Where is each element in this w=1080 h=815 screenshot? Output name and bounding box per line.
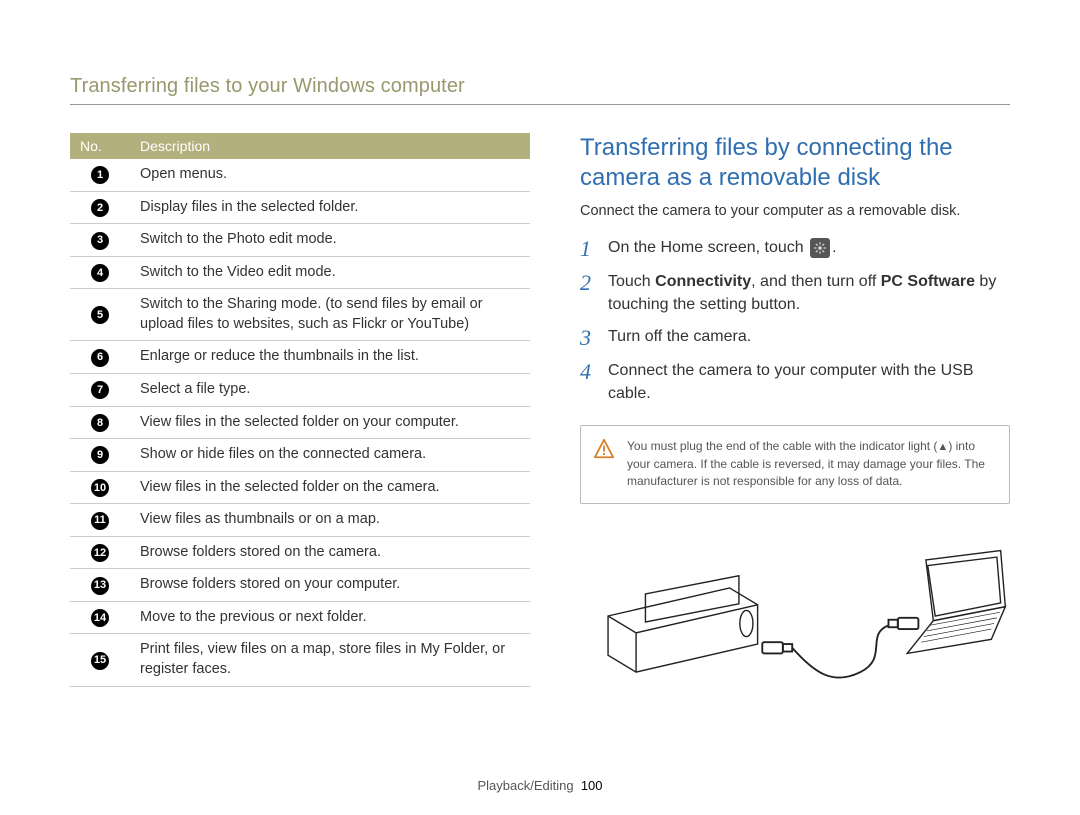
table-row: 9 Show or hide files on the connected cam… [70, 439, 530, 472]
step-2-text-a: Touch [608, 273, 655, 290]
row-number-cell: 10 [70, 471, 130, 504]
step-4: Connect the camera to your computer with… [580, 360, 1010, 405]
step-3: Turn off the camera. [580, 326, 1010, 350]
step-3-text: Turn off the camera. [608, 326, 751, 350]
step-2-text-c: , and then turn off [751, 273, 881, 290]
row-number-cell: 9 [70, 439, 130, 472]
indicator-triangle-icon: ▲ [937, 440, 948, 456]
row-description: Enlarge or reduce the thumbnails in the … [130, 341, 530, 374]
connection-illustration [580, 526, 1010, 706]
warning-text-a: You must plug the end of the cable with … [627, 439, 937, 453]
table-row: 4 Switch to the Video edit mode. [70, 256, 530, 289]
title-rule [70, 104, 1010, 105]
number-badge: 12 [91, 544, 109, 562]
table-row: 2 Display files in the selected folder. [70, 191, 530, 224]
row-number-cell: 2 [70, 191, 130, 224]
row-description: Browse folders stored on the camera. [130, 536, 530, 569]
number-badge: 7 [91, 381, 109, 399]
section-intro: Connect the camera to your computer as a… [580, 203, 1010, 219]
th-no: No. [70, 133, 130, 159]
page-title: Transferring files to your Windows compu… [70, 75, 1010, 98]
table-row: 5 Switch to the Sharing mode. (to send fi… [70, 289, 530, 341]
row-description: Switch to the Video edit mode. [130, 256, 530, 289]
row-description: Print files, view files on a map, store … [130, 634, 530, 686]
number-badge: 2 [91, 199, 109, 217]
row-number-cell: 6 [70, 341, 130, 374]
table-row: 7 Select a file type. [70, 373, 530, 406]
step-1-text-b: . [832, 239, 836, 256]
row-number-cell: 12 [70, 536, 130, 569]
row-description: Select a file type. [130, 373, 530, 406]
row-number-cell: 8 [70, 406, 130, 439]
table-row: 14 Move to the previous or next folder. [70, 601, 530, 634]
page-footer: Playback/Editing 100 [0, 778, 1080, 793]
warning-box: You must plug the end of the cable with … [580, 425, 1010, 504]
table-row: 10 View files in the selected folder on t… [70, 471, 530, 504]
row-description: View files as thumbnails or on a map. [130, 504, 530, 537]
number-badge: 3 [91, 232, 109, 250]
row-description: Display files in the selected folder. [130, 191, 530, 224]
row-number-cell: 11 [70, 504, 130, 537]
row-number-cell: 13 [70, 569, 130, 602]
description-table: No. Description 1 Open menus. 2 Display fil… [70, 133, 530, 687]
table-row: 11 View files as thumbnails or on a map. [70, 504, 530, 537]
settings-icon [810, 238, 830, 258]
table-row: 1 Open menus. [70, 159, 530, 191]
table-row: 13 Browse folders stored on your computer… [70, 569, 530, 602]
number-badge: 4 [91, 264, 109, 282]
row-number-cell: 5 [70, 289, 130, 341]
row-number-cell: 7 [70, 373, 130, 406]
steps-list: On the Home screen, touch . Touch Connec… [580, 237, 1010, 405]
row-description: View files in the selected folder on you… [130, 406, 530, 439]
table-row: 6 Enlarge or reduce the thumbnails in the… [70, 341, 530, 374]
step-2: Touch Connectivity, and then turn off PC… [580, 271, 1010, 316]
number-badge: 1 [91, 166, 109, 184]
number-badge: 11 [91, 512, 109, 530]
th-desc: Description [130, 133, 530, 159]
row-number-cell: 4 [70, 256, 130, 289]
row-number-cell: 1 [70, 159, 130, 191]
step-1: On the Home screen, touch . [580, 237, 1010, 261]
row-number-cell: 15 [70, 634, 130, 686]
step-4-text: Connect the camera to your computer with… [608, 360, 1010, 405]
number-badge: 6 [91, 349, 109, 367]
table-row: 8 View files in the selected folder on yo… [70, 406, 530, 439]
row-description: View files in the selected folder on the… [130, 471, 530, 504]
number-badge: 5 [91, 306, 109, 324]
row-number-cell: 3 [70, 224, 130, 257]
number-badge: 10 [91, 479, 109, 497]
step-1-text-a: On the Home screen, touch [608, 239, 808, 256]
number-badge: 9 [91, 446, 109, 464]
number-badge: 8 [91, 414, 109, 432]
row-description: Switch to the Sharing mode. (to send fil… [130, 289, 530, 341]
row-description: Move to the previous or next folder. [130, 601, 530, 634]
section-heading: Transferring files by connecting the cam… [580, 133, 1010, 193]
row-number-cell: 14 [70, 601, 130, 634]
footer-section: Playback/Editing [477, 778, 573, 793]
row-description: Open menus. [130, 159, 530, 191]
row-description: Show or hide files on the connected came… [130, 439, 530, 472]
table-row: 12 Browse folders stored on the camera. [70, 536, 530, 569]
table-row: 15 Print files, view files on a map, stor… [70, 634, 530, 686]
number-badge: 15 [91, 652, 109, 670]
step-2-bold-1: Connectivity [655, 273, 751, 290]
warning-icon [593, 438, 615, 460]
row-description: Browse folders stored on your computer. [130, 569, 530, 602]
table-row: 3 Switch to the Photo edit mode. [70, 224, 530, 257]
row-description: Switch to the Photo edit mode. [130, 224, 530, 257]
step-2-bold-2: PC Software [881, 273, 975, 290]
footer-page-number: 100 [581, 778, 603, 793]
number-badge: 14 [91, 609, 109, 627]
number-badge: 13 [91, 577, 109, 595]
